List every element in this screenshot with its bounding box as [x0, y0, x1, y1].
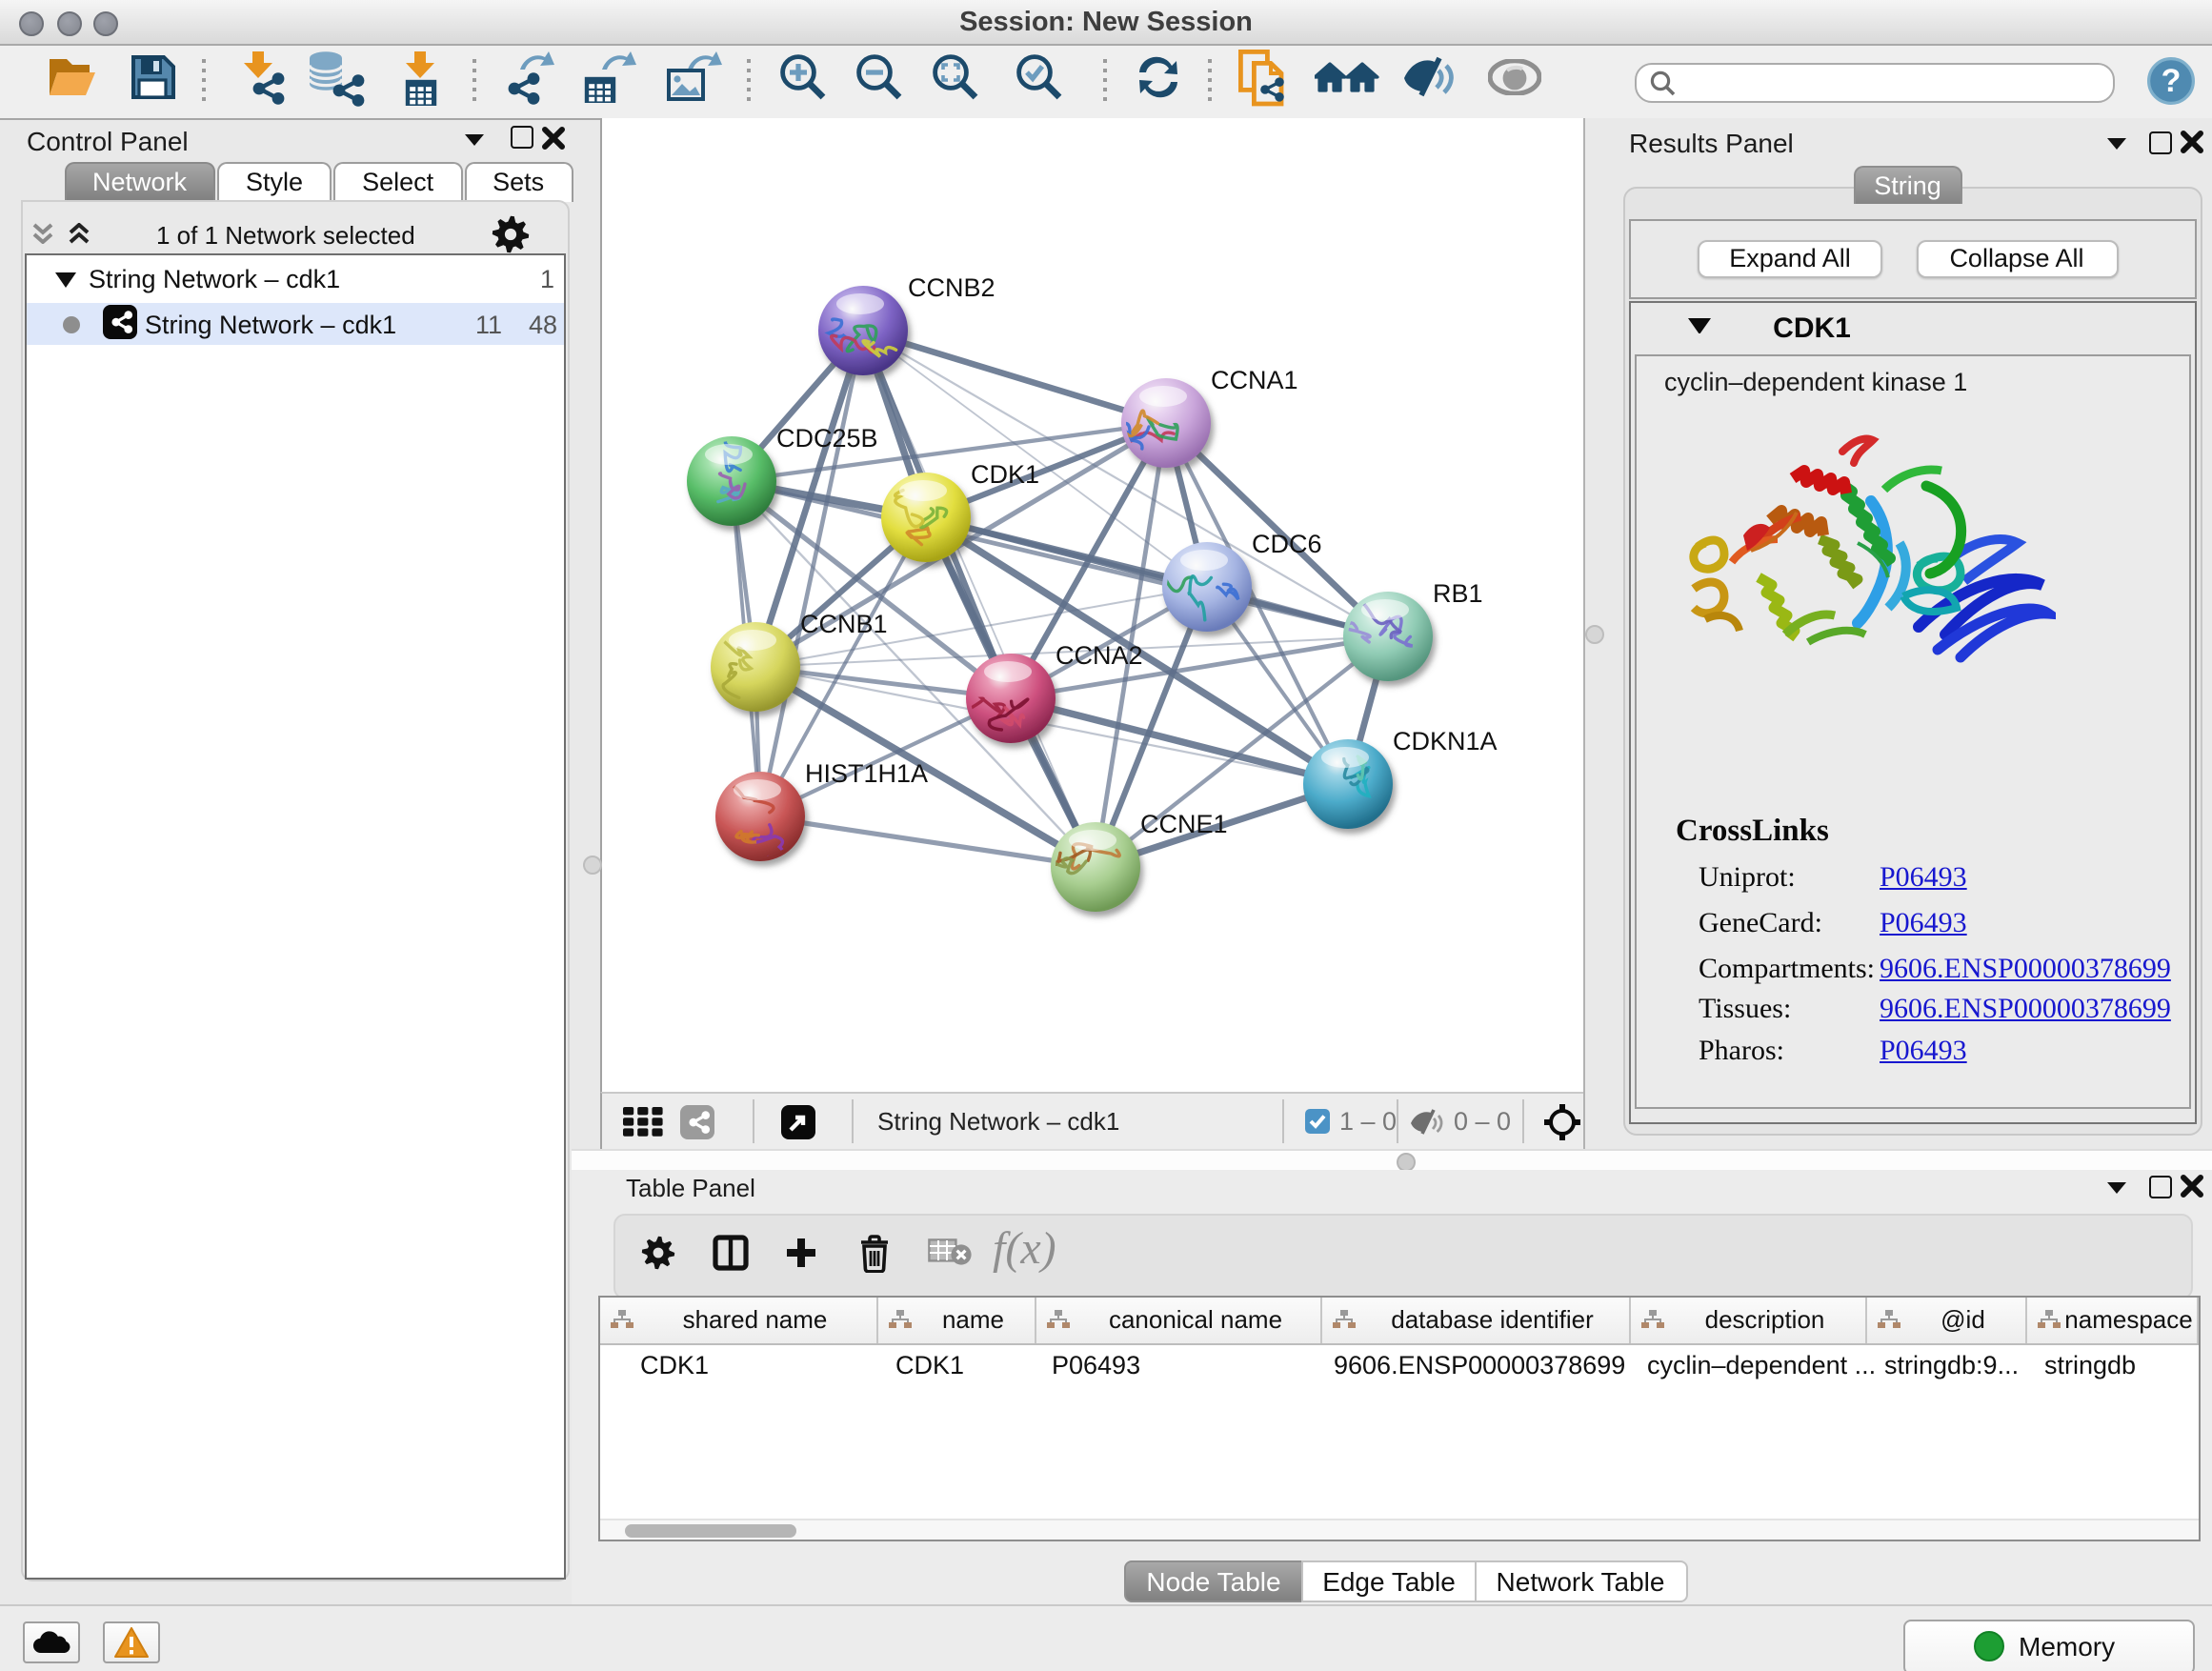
- svg-text:CCNE1: CCNE1: [1139, 810, 1227, 838]
- svg-text:CDK1: CDK1: [970, 460, 1038, 489]
- svg-text:?: ?: [2162, 62, 2182, 98]
- svg-text:RB1: RB1: [1432, 579, 1482, 608]
- svg-text:CDC6: CDC6: [1251, 530, 1321, 558]
- svg-text:CCNA2: CCNA2: [1055, 641, 1142, 670]
- svg-text:CDC25B: CDC25B: [775, 424, 877, 453]
- svg-text:CCNB1: CCNB1: [799, 610, 887, 638]
- svg-text:CCNB2: CCNB2: [907, 273, 995, 302]
- svg-text:HIST1H1A: HIST1H1A: [804, 759, 927, 788]
- svg-text:CCNA1: CCNA1: [1210, 366, 1297, 394]
- svg-text:CDKN1A: CDKN1A: [1392, 727, 1497, 755]
